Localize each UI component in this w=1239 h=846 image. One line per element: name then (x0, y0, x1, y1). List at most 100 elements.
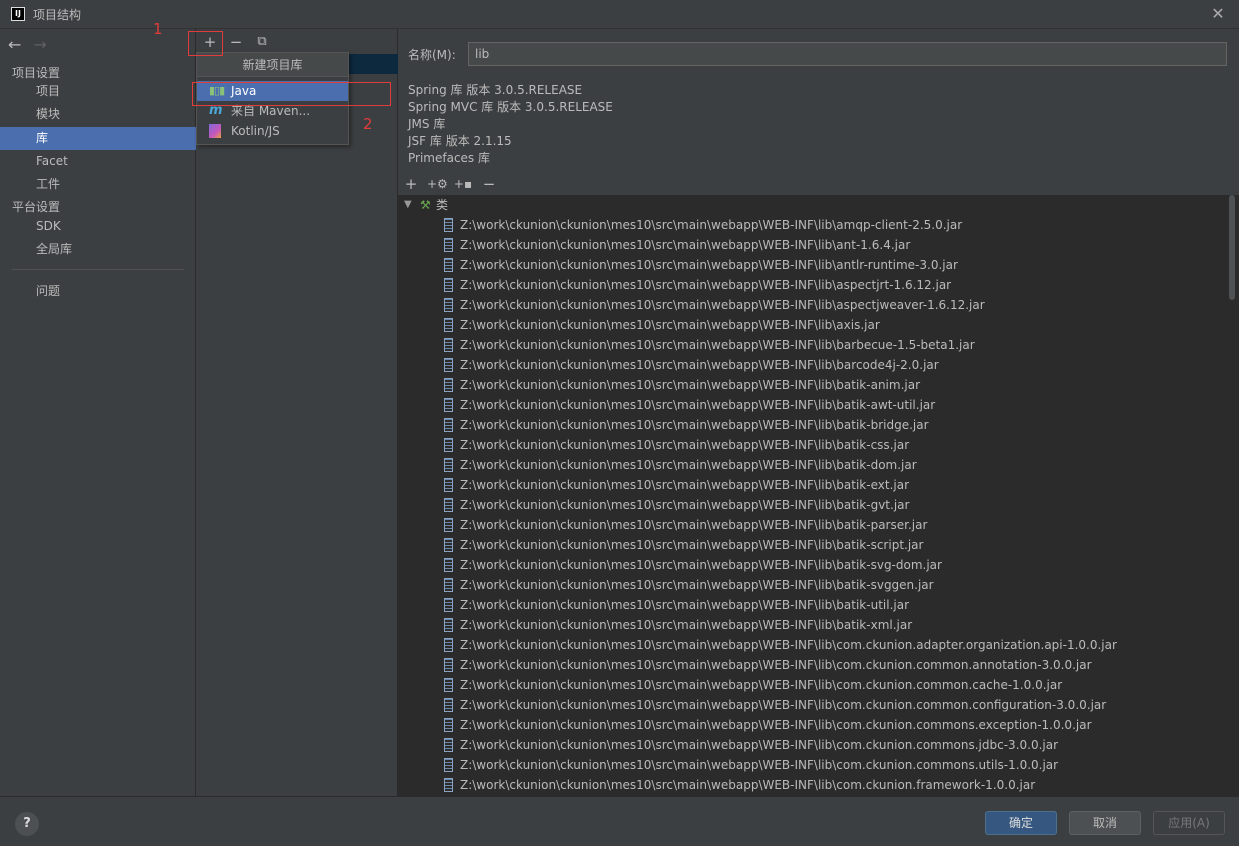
sidebar-item-project[interactable]: 项目 (0, 80, 196, 103)
sidebar-item-problems[interactable]: 问题 (0, 280, 196, 303)
jar-file-name: batik-gvt.jar (836, 498, 910, 512)
sidebar-item-artifacts[interactable]: 工件 (0, 173, 196, 196)
jar-row[interactable]: Z:\work\ckunion\ckunion\mes10\src\main\w… (444, 275, 951, 295)
jar-file-icon (444, 718, 453, 732)
jar-path-prefix: Z:\work\ckunion\ckunion\mes10\src\main\w… (460, 278, 837, 292)
chevron-down-icon[interactable]: ▼ (404, 195, 416, 215)
close-icon[interactable]: ✕ (1210, 6, 1226, 22)
sidebar-item-facets[interactable]: Facet (0, 150, 196, 173)
selected-library-row[interactable] (349, 54, 398, 74)
jar-file-icon (444, 418, 453, 432)
jar-row[interactable]: Z:\work\ckunion\ckunion\mes10\src\main\w… (444, 215, 962, 235)
jar-row[interactable]: Z:\work\ckunion\ckunion\mes10\src\main\w… (444, 395, 935, 415)
jar-path-prefix: Z:\work\ckunion\ckunion\mes10\src\main\w… (460, 438, 837, 452)
jar-file-name: batik-util.jar (836, 598, 909, 612)
jar-row[interactable]: Z:\work\ckunion\ckunion\mes10\src\main\w… (444, 355, 939, 375)
copy-library-icon[interactable]: ⧉ (253, 33, 271, 51)
jar-row[interactable]: Z:\work\ckunion\ckunion\mes10\src\main\w… (444, 735, 1058, 755)
title-bar: IJ 项目结构 ✕ (0, 0, 1239, 29)
jar-row[interactable]: Z:\work\ckunion\ckunion\mes10\src\main\w… (444, 295, 985, 315)
jar-row[interactable]: Z:\work\ckunion\ckunion\mes10\src\main\w… (444, 675, 1062, 695)
kotlin-js-icon (209, 124, 221, 138)
library-info-line: JSF 库 版本 2.1.15 (408, 134, 512, 148)
jar-file-name: com.ckunion.commons.exception-1.0.0.jar (836, 718, 1092, 732)
jar-path-prefix: Z:\work\ckunion\ckunion\mes10\src\main\w… (460, 658, 837, 672)
jar-file-icon (444, 638, 453, 652)
jar-row[interactable]: Z:\work\ckunion\ckunion\mes10\src\main\w… (444, 515, 927, 535)
jar-file-icon (444, 658, 453, 672)
library-name-input[interactable] (468, 42, 1227, 66)
popup-item-kotlin-js[interactable]: Kotlin/JS (197, 121, 348, 141)
jar-path-prefix: Z:\work\ckunion\ckunion\mes10\src\main\w… (460, 738, 837, 752)
library-info-line: Spring 库 版本 3.0.5.RELEASE (408, 83, 583, 97)
jar-file-icon (444, 338, 453, 352)
jar-file-name: batik-parser.jar (836, 518, 928, 532)
jar-file-icon (444, 578, 453, 592)
jar-row[interactable]: Z:\work\ckunion\ckunion\mes10\src\main\w… (444, 575, 934, 595)
add-spec-icon[interactable]: +⚙ (427, 175, 448, 193)
sidebar-item-modules[interactable]: 模块 (0, 103, 196, 126)
jar-row[interactable]: Z:\work\ckunion\ckunion\mes10\src\main\w… (444, 655, 1092, 675)
annotation-number-2: 2 (363, 115, 373, 133)
remove-library-icon[interactable]: − (227, 33, 245, 51)
jar-row[interactable]: Z:\work\ckunion\ckunion\mes10\src\main\w… (444, 535, 923, 555)
jar-row[interactable]: Z:\work\ckunion\ckunion\mes10\src\main\w… (444, 255, 958, 275)
jar-file-icon (444, 558, 453, 572)
back-arrow-icon[interactable]: ← (8, 35, 21, 54)
jar-row[interactable]: Z:\work\ckunion\ckunion\mes10\src\main\w… (444, 375, 920, 395)
nav-buttons: ← → (8, 35, 47, 54)
popup-title: 新建项目库 (197, 53, 348, 77)
jar-path-prefix: Z:\work\ckunion\ckunion\mes10\src\main\w… (460, 638, 837, 652)
classes-root-node[interactable]: ▼ ⚒ 类 (404, 195, 448, 215)
jar-file-icon (444, 238, 453, 252)
ok-button[interactable]: 确定 (985, 811, 1057, 835)
dialog-footer: ? 确定 取消 应用(A) (0, 796, 1239, 846)
jar-row[interactable]: Z:\work\ckunion\ckunion\mes10\src\main\w… (444, 495, 909, 515)
jar-file-name: com.ckunion.common.configuration-3.0.0.j… (836, 698, 1107, 712)
jar-path-prefix: Z:\work\ckunion\ckunion\mes10\src\main\w… (460, 538, 837, 552)
jar-path-prefix: Z:\work\ckunion\ckunion\mes10\src\main\w… (460, 718, 837, 732)
jar-row[interactable]: Z:\work\ckunion\ckunion\mes10\src\main\w… (444, 595, 909, 615)
jar-path-prefix: Z:\work\ckunion\ckunion\mes10\src\main\w… (460, 678, 837, 692)
jar-row[interactable]: Z:\work\ckunion\ckunion\mes10\src\main\w… (444, 555, 942, 575)
jar-file-name: axis.jar (836, 318, 880, 332)
jar-row[interactable]: Z:\work\ckunion\ckunion\mes10\src\main\w… (444, 755, 1058, 775)
help-button[interactable]: ? (15, 812, 39, 836)
remove-root-icon[interactable]: − (479, 175, 499, 193)
jar-row[interactable]: Z:\work\ckunion\ckunion\mes10\src\main\w… (444, 475, 909, 495)
jar-row[interactable]: Z:\work\ckunion\ckunion\mes10\src\main\w… (444, 435, 909, 455)
jar-row[interactable]: Z:\work\ckunion\ckunion\mes10\src\main\w… (444, 615, 912, 635)
jar-row[interactable]: Z:\work\ckunion\ckunion\mes10\src\main\w… (444, 695, 1106, 715)
jar-file-icon (444, 218, 453, 232)
annotation-number-1: 1 (153, 20, 163, 38)
sidebar-item-libraries[interactable]: 库 (0, 127, 196, 150)
jar-path-prefix: Z:\work\ckunion\ckunion\mes10\src\main\w… (460, 498, 837, 512)
add-jar-icon[interactable]: +▪ (453, 175, 473, 193)
jar-row[interactable]: Z:\work\ckunion\ckunion\mes10\src\main\w… (444, 235, 910, 255)
add-root-icon[interactable]: + (401, 175, 421, 193)
forward-arrow-icon[interactable]: → (33, 35, 46, 54)
jar-path-prefix: Z:\work\ckunion\ckunion\mes10\src\main\w… (460, 518, 837, 532)
jar-row[interactable]: Z:\work\ckunion\ckunion\mes10\src\main\w… (444, 775, 1035, 795)
jar-row[interactable]: Z:\work\ckunion\ckunion\mes10\src\main\w… (444, 335, 975, 355)
project-settings-header: 项目设置 (12, 66, 61, 80)
jar-file-icon (444, 398, 453, 412)
classes-label: 类 (436, 198, 449, 212)
sidebar-divider (12, 269, 184, 270)
jar-file-icon (444, 458, 453, 472)
sidebar-item-global-libraries[interactable]: 全局库 (0, 238, 196, 261)
jar-row[interactable]: Z:\work\ckunion\ckunion\mes10\src\main\w… (444, 415, 929, 435)
cancel-button[interactable]: 取消 (1069, 811, 1141, 835)
jar-row[interactable]: Z:\work\ckunion\ckunion\mes10\src\main\w… (444, 315, 880, 335)
jar-row[interactable]: Z:\work\ckunion\ckunion\mes10\src\main\w… (444, 455, 917, 475)
apply-button[interactable]: 应用(A) (1153, 811, 1225, 835)
jar-path-prefix: Z:\work\ckunion\ckunion\mes10\src\main\w… (460, 418, 837, 432)
jar-path-prefix: Z:\work\ckunion\ckunion\mes10\src\main\w… (460, 218, 837, 232)
jar-file-icon (444, 778, 453, 792)
vertical-scrollbar[interactable] (1229, 195, 1235, 300)
jar-row[interactable]: Z:\work\ckunion\ckunion\mes10\src\main\w… (444, 635, 1117, 655)
jar-row[interactable]: Z:\work\ckunion\ckunion\mes10\src\main\w… (444, 715, 1092, 735)
sidebar-item-sdks[interactable]: SDK (0, 215, 196, 238)
jar-path-prefix: Z:\work\ckunion\ckunion\mes10\src\main\w… (460, 338, 837, 352)
jar-file-name: batik-xml.jar (836, 618, 913, 632)
